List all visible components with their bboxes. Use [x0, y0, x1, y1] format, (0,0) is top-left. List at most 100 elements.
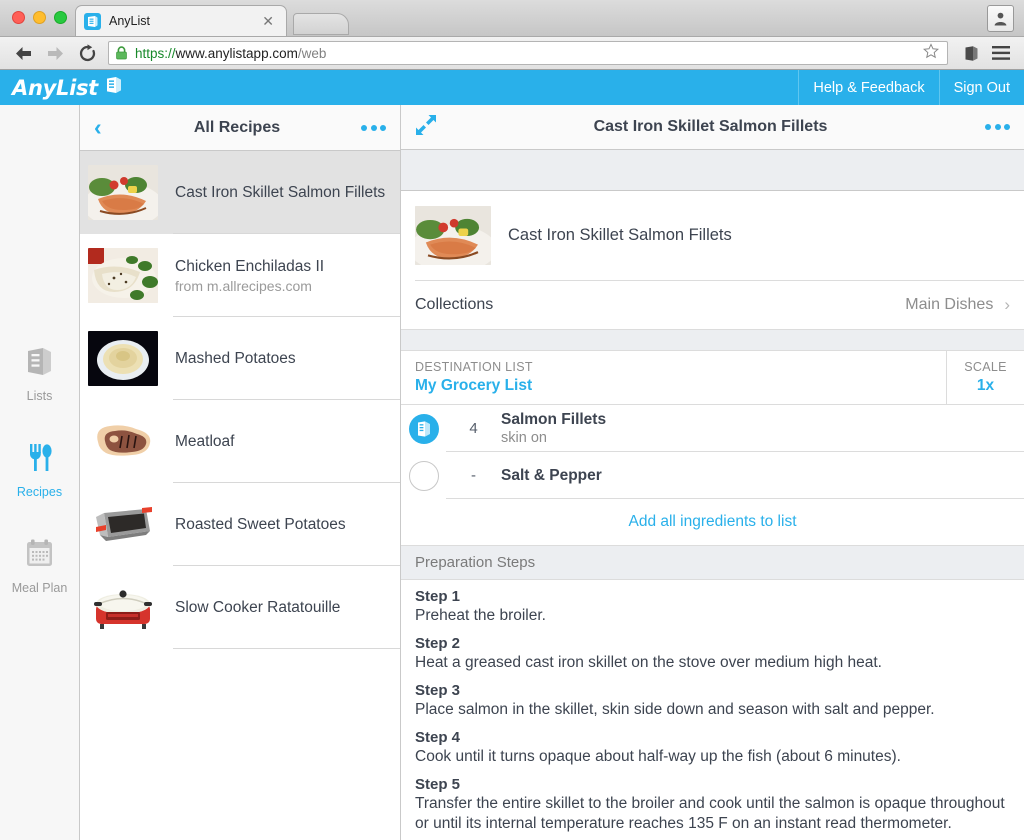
- reading-list-icon[interactable]: [958, 40, 984, 66]
- tab-strip: AnyList ✕: [0, 0, 1024, 38]
- help-feedback-link[interactable]: Help & Feedback: [798, 70, 938, 106]
- meat-emoji: [88, 414, 158, 469]
- forward-arrow-icon: [42, 40, 68, 66]
- scale-label: SCALE: [964, 360, 1007, 375]
- list-item[interactable]: Roasted Sweet Potatoes: [80, 483, 400, 567]
- step-title: Step 2: [415, 635, 461, 653]
- url-scheme: https://: [135, 45, 176, 61]
- nav-rail: Lists Recipes Meal Plan: [0, 105, 80, 840]
- list-item-title: Mashed Potatoes: [175, 350, 296, 368]
- mashed-potatoes-emoji: [88, 331, 158, 387]
- anylist-favicon-icon: [84, 12, 101, 30]
- anylist-logo-icon: [104, 75, 124, 100]
- recipe-detail-title: Cast Iron Skillet Salmon Fillets: [593, 118, 828, 136]
- list-item[interactable]: Slow Cooker Ratatouille: [80, 566, 400, 650]
- ingredient-row[interactable]: - Salt & Pepper: [401, 452, 1024, 500]
- step-title: Step 3: [415, 682, 461, 700]
- step-item: Step 5 Transfer the entire skillet to th…: [415, 776, 1010, 834]
- step-text: Transfer the entire skillet to the broil…: [415, 795, 1005, 833]
- sidebar-item-label: Lists: [26, 389, 53, 404]
- empty-circle-icon[interactable]: [409, 460, 439, 491]
- recipe-list: Cast Iron Skillet Salmon Fillets Chicken…: [80, 151, 400, 840]
- list-item[interactable]: Chicken Enchiladas II from m.allrecipes.…: [80, 234, 400, 318]
- fork-spoon-icon: [23, 441, 56, 479]
- list-item-title: Meatloaf: [175, 433, 235, 451]
- pan-emoji: [88, 497, 158, 552]
- section-spacer: [401, 329, 1024, 352]
- secure-lock-icon: [115, 46, 128, 60]
- recipe-detail-panel: Cast Iron Skillet Salmon Fillets Cast Ir…: [401, 105, 1024, 840]
- collections-row[interactable]: Collections Main Dishes ›: [401, 281, 1024, 329]
- step-item: Step 4 Cook until it turns opaque about …: [415, 729, 1010, 767]
- recipe-list-header: ‹ All Recipes: [80, 105, 400, 152]
- reload-icon[interactable]: [74, 40, 100, 66]
- step-item: Step 3 Place salmon in the skillet, skin…: [415, 682, 1010, 720]
- hamburger-menu-icon[interactable]: [988, 40, 1014, 66]
- list-item[interactable]: Cast Iron Skillet Salmon Fillets: [80, 151, 400, 235]
- step-text: Preheat the broiler.: [415, 607, 546, 625]
- destination-list-label: DESTINATION LIST: [415, 360, 533, 375]
- sidebar-item-lists[interactable]: Lists: [0, 345, 80, 403]
- more-options-icon[interactable]: [360, 124, 386, 131]
- anylist-brand[interactable]: AnyList: [0, 75, 124, 100]
- list-item[interactable]: Meatloaf: [80, 400, 400, 484]
- app-header: AnyList Help & Feedback Sign Out: [0, 70, 1024, 106]
- recipe-title: Cast Iron Skillet Salmon Fillets: [508, 226, 732, 245]
- scale-cell[interactable]: SCALE 1x: [946, 351, 1024, 405]
- preparation-steps-list: Step 1 Preheat the broiler. Step 2 Heat …: [401, 580, 1024, 834]
- step-text: Cook until it turns opaque about half-wa…: [415, 748, 901, 766]
- sidebar-item-label: Recipes: [16, 485, 63, 500]
- recipe-detail-header: Cast Iron Skillet Salmon Fillets: [401, 105, 1024, 151]
- sign-out-link[interactable]: Sign Out: [938, 70, 1024, 106]
- salmon-photo: [88, 165, 158, 221]
- ingredient-name: Salmon Fillets: [501, 411, 607, 429]
- profile-icon[interactable]: [987, 5, 1014, 32]
- ingredient-note: skin on: [501, 430, 547, 447]
- destination-list-row: DESTINATION LIST My Grocery List SCALE 1…: [401, 351, 1024, 406]
- add-all-ingredients-button[interactable]: Add all ingredients to list: [401, 499, 1024, 547]
- new-tab-icon[interactable]: [293, 13, 349, 36]
- salmon-photo: [415, 206, 491, 266]
- close-icon[interactable]: ✕: [258, 14, 278, 28]
- step-item: Step 2 Heat a greased cast iron skillet …: [415, 635, 1010, 673]
- recipe-summary-row[interactable]: Cast Iron Skillet Salmon Fillets: [401, 191, 1024, 280]
- url-host: www.anylistapp.com: [175, 45, 298, 61]
- app-header-actions: Help & Feedback Sign Out: [798, 70, 1024, 106]
- step-title: Step 4: [415, 729, 461, 747]
- maximize-window-button[interactable]: [54, 11, 67, 24]
- minimize-window-button[interactable]: [33, 11, 46, 24]
- list-item-title: Chicken Enchiladas II: [175, 258, 325, 276]
- page-title: All Recipes: [193, 118, 281, 136]
- slow-cooker-emoji: [88, 580, 158, 635]
- ingredient-name: Salt & Pepper: [501, 466, 602, 484]
- list-item-title: Roasted Sweet Potatoes: [175, 516, 346, 534]
- sidebar-item-recipes[interactable]: Recipes: [0, 441, 80, 499]
- sidebar-item-meal-plan[interactable]: Meal Plan: [0, 537, 80, 595]
- bookmark-star-icon[interactable]: [923, 42, 941, 64]
- address-bar[interactable]: https://www.anylistapp.com/web: [108, 41, 948, 66]
- window-controls: [12, 11, 67, 24]
- browser-tab[interactable]: AnyList ✕: [75, 5, 287, 37]
- chevron-left-icon[interactable]: ‹: [94, 116, 114, 139]
- browser-window: AnyList ✕ https://www.anylistapp.com/web: [0, 0, 1024, 840]
- step-text: Place salmon in the skillet, skin side d…: [415, 701, 935, 719]
- list-item[interactable]: Mashed Potatoes: [80, 317, 400, 401]
- collections-value: Main Dishes: [905, 296, 994, 314]
- ingredient-row[interactable]: 4 Salmon Fillets skin on: [401, 405, 1024, 453]
- step-title: Step 5: [415, 776, 461, 794]
- list-added-icon[interactable]: [409, 413, 439, 444]
- back-arrow-icon[interactable]: [10, 40, 36, 66]
- tab-title: AnyList: [109, 14, 150, 29]
- list-item-title: Slow Cooker Ratatouille: [175, 599, 341, 617]
- step-title: Step 1: [415, 588, 461, 606]
- lists-icon: [23, 345, 56, 383]
- scale-value: 1x: [976, 377, 995, 395]
- detail-toolbar-band: [401, 150, 1024, 192]
- expand-icon[interactable]: [415, 114, 437, 141]
- list-item-source: from m.allrecipes.com: [175, 278, 312, 295]
- step-item: Step 1 Preheat the broiler.: [415, 588, 1010, 626]
- url-text: https://www.anylistapp.com/web: [135, 46, 326, 61]
- more-options-icon[interactable]: [984, 124, 1010, 131]
- destination-list-cell[interactable]: DESTINATION LIST My Grocery List: [401, 351, 946, 404]
- close-window-button[interactable]: [12, 11, 25, 24]
